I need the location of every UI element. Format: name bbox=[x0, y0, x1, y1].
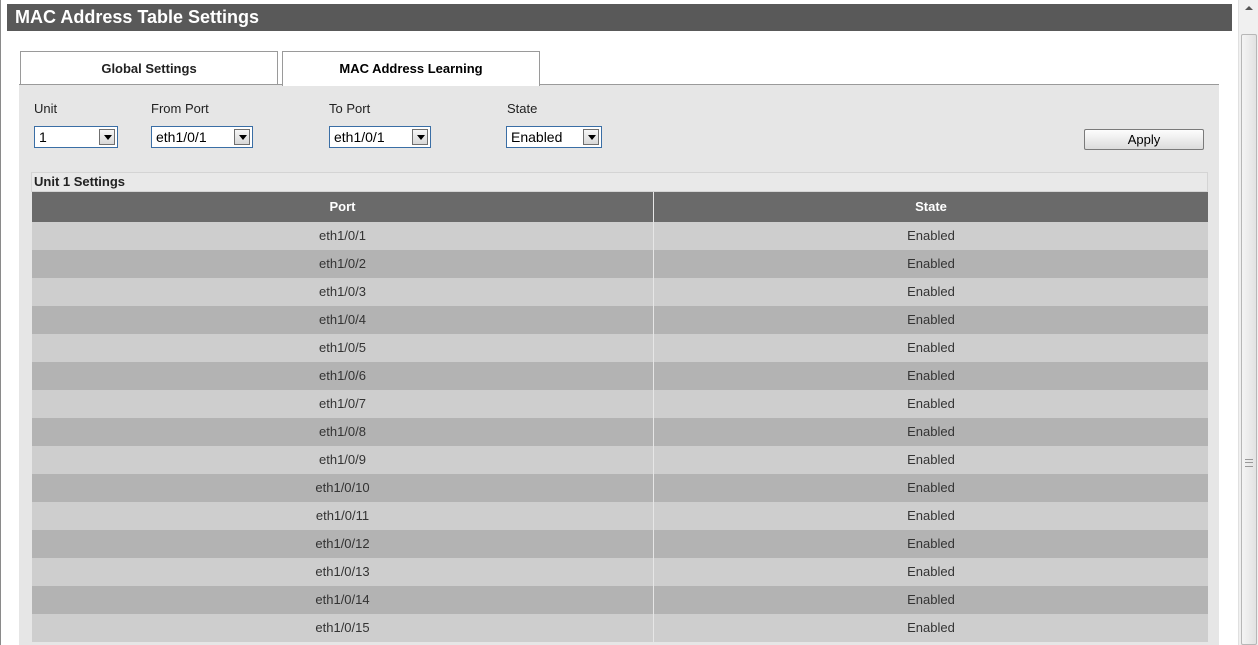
from-port-label: From Port bbox=[151, 101, 209, 116]
table-row: eth1/0/8 Enabled bbox=[32, 418, 1208, 446]
port-cell: eth1/0/8 bbox=[32, 418, 654, 446]
ports-table: Port State eth1/0/1 Enabled eth1/0/2 Enable… bbox=[32, 192, 1208, 642]
table-row: eth1/0/2 Enabled bbox=[32, 250, 1208, 278]
state-cell: Enabled bbox=[907, 480, 955, 495]
table-row: eth1/0/1 Enabled bbox=[32, 222, 1208, 250]
state-cell: Enabled bbox=[907, 620, 955, 635]
chevron-down-icon[interactable] bbox=[583, 129, 599, 145]
state-select[interactable]: Enabled bbox=[506, 126, 602, 148]
grip-icon bbox=[1245, 459, 1253, 467]
port-cell: eth1/0/4 bbox=[32, 306, 654, 334]
state-cell: Enabled bbox=[907, 396, 955, 411]
table-row: eth1/0/15 Enabled bbox=[32, 614, 1208, 642]
state-label: State bbox=[507, 101, 538, 116]
state-cell: Enabled bbox=[907, 228, 955, 243]
active-tab-underlay bbox=[283, 84, 539, 86]
state-cell: Enabled bbox=[907, 536, 955, 551]
state-cell: Enabled bbox=[907, 284, 955, 299]
state-cell: Enabled bbox=[907, 452, 955, 467]
state-cell: Enabled bbox=[907, 424, 955, 439]
port-cell: eth1/0/9 bbox=[32, 446, 654, 474]
table-row: eth1/0/5 Enabled bbox=[32, 334, 1208, 362]
state-cell: Enabled bbox=[907, 256, 955, 271]
state-cell: Enabled bbox=[907, 312, 955, 327]
table-row: eth1/0/11 Enabled bbox=[32, 502, 1208, 530]
from-port-select[interactable]: eth1/0/1 bbox=[151, 126, 253, 148]
table-row: eth1/0/9 Enabled bbox=[32, 446, 1208, 474]
table-body: eth1/0/1 Enabled eth1/0/2 Enabled eth1/0/3 En… bbox=[32, 222, 1208, 642]
chevron-down-icon[interactable] bbox=[412, 129, 428, 145]
port-cell: eth1/0/15 bbox=[32, 614, 654, 642]
section-title: Unit 1 Settings bbox=[31, 172, 1208, 192]
tab-mac-address-learning[interactable]: MAC Address Learning bbox=[282, 51, 540, 86]
state-select-value: Enabled bbox=[511, 129, 563, 145]
chevron-down-icon[interactable] bbox=[234, 129, 250, 145]
to-port-select-value: eth1/0/1 bbox=[334, 129, 385, 145]
port-cell: eth1/0/6 bbox=[32, 362, 654, 390]
table-header: Port State bbox=[32, 192, 1208, 222]
from-port-select-value: eth1/0/1 bbox=[156, 129, 207, 145]
scrollbar-thumb[interactable] bbox=[1241, 34, 1257, 645]
scroll-up-arrow-icon[interactable] bbox=[1239, 0, 1258, 17]
tab-global-settings[interactable]: Global Settings bbox=[20, 51, 278, 85]
tab-divider bbox=[19, 84, 1219, 85]
table-row: eth1/0/13 Enabled bbox=[32, 558, 1208, 586]
window-frame: MAC Address Table Settings Global Settin… bbox=[0, 0, 1258, 645]
state-cell: Enabled bbox=[907, 508, 955, 523]
unit-label: Unit bbox=[34, 101, 58, 116]
column-header-port: Port bbox=[32, 192, 654, 222]
state-cell: Enabled bbox=[907, 368, 955, 383]
port-cell: eth1/0/11 bbox=[32, 502, 654, 530]
chevron-down-icon[interactable] bbox=[99, 129, 115, 145]
page-title: MAC Address Table Settings bbox=[7, 4, 1232, 31]
port-cell: eth1/0/1 bbox=[32, 222, 654, 250]
table-row: eth1/0/4 Enabled bbox=[32, 306, 1208, 334]
state-cell: Enabled bbox=[907, 564, 955, 579]
to-port-select[interactable]: eth1/0/1 bbox=[329, 126, 431, 148]
table-row: eth1/0/10 Enabled bbox=[32, 474, 1208, 502]
table-row: eth1/0/14 Enabled bbox=[32, 586, 1208, 614]
port-cell: eth1/0/5 bbox=[32, 334, 654, 362]
port-cell: eth1/0/3 bbox=[32, 278, 654, 306]
port-cell: eth1/0/10 bbox=[32, 474, 654, 502]
port-cell: eth1/0/12 bbox=[32, 530, 654, 558]
port-cell: eth1/0/7 bbox=[32, 390, 654, 418]
table-row: eth1/0/7 Enabled bbox=[32, 390, 1208, 418]
state-cell: Enabled bbox=[907, 340, 955, 355]
state-cell: Enabled bbox=[907, 592, 955, 607]
unit-select[interactable]: 1 bbox=[34, 126, 118, 148]
to-port-label: To Port bbox=[329, 101, 371, 116]
apply-button[interactable]: Apply bbox=[1084, 129, 1204, 150]
port-cell: eth1/0/14 bbox=[32, 586, 654, 614]
table-row: eth1/0/3 Enabled bbox=[32, 278, 1208, 306]
table-row: eth1/0/6 Enabled bbox=[32, 362, 1208, 390]
unit-select-value: 1 bbox=[39, 129, 47, 145]
vertical-scrollbar[interactable] bbox=[1238, 0, 1258, 645]
port-cell: eth1/0/2 bbox=[32, 250, 654, 278]
column-header-state: State bbox=[915, 199, 947, 214]
port-cell: eth1/0/13 bbox=[32, 558, 654, 586]
table-row: eth1/0/12 Enabled bbox=[32, 530, 1208, 558]
